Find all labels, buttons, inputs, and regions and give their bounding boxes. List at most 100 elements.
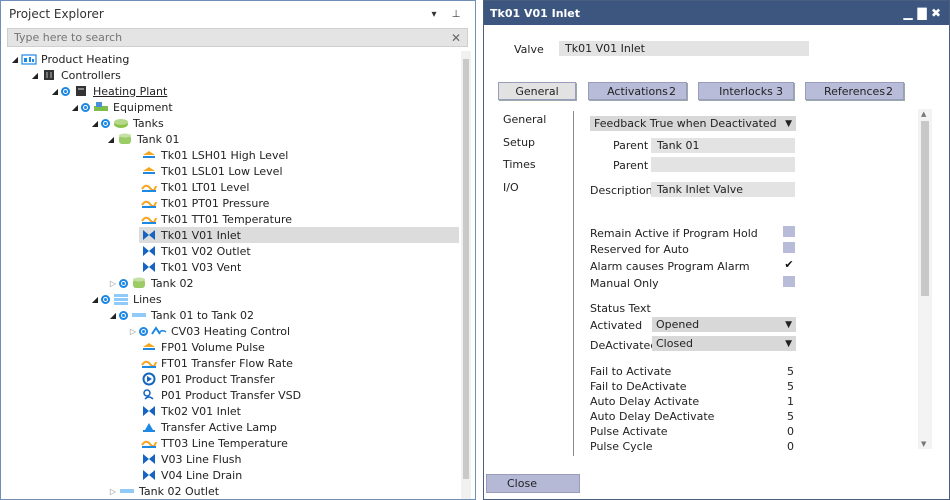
tree-node-label: Tk01 LT01 Level <box>161 180 250 194</box>
tree-search-input[interactable] <box>14 31 451 44</box>
tab-activations[interactable]: Activations 2 <box>588 82 687 100</box>
tree-node-equipment[interactable]: ◢ Equipment <box>69 99 173 115</box>
tanks-icon <box>113 116 129 130</box>
maximize-icon[interactable]: ▇ <box>915 6 929 20</box>
side-nav-io[interactable]: I/O <box>503 181 519 194</box>
scroll-up-icon[interactable]: ▲ <box>921 110 926 118</box>
tree-node-label: Lines <box>133 292 162 306</box>
tree-node-p01-vsd[interactable]: P01 Product Transfer VSD <box>141 387 301 403</box>
tree-scrollbar[interactable] <box>461 51 471 499</box>
feedback-mode-dropdown[interactable]: Feedback True when Deactivated ▼ <box>590 116 796 131</box>
tab-label: General <box>515 84 559 98</box>
tree-node-v04-line-drain[interactable]: V04 Line Drain <box>141 467 242 483</box>
tree-node-label: Controllers <box>61 68 121 82</box>
time-label: Fail to Activate <box>590 365 672 378</box>
side-nav-general[interactable]: General <box>503 113 546 126</box>
minimize-icon[interactable]: ▁ <box>901 6 915 20</box>
expand-caret-icon[interactable]: ◢ <box>69 103 81 112</box>
tree-node-tk01-lsh01[interactable]: Tk01 LSH01 High Level <box>141 147 288 163</box>
valve-name-field[interactable]: Tk01 V01 Inlet <box>559 41 809 56</box>
tree-node-tt03[interactable]: TT03 Line Temperature <box>141 435 288 451</box>
tree-node-v03-line-flush[interactable]: V03 Line Flush <box>141 451 242 467</box>
tree-node-lines[interactable]: ◢ Lines <box>89 291 162 307</box>
time-value: 0 <box>787 425 794 438</box>
tree-node-tk01-pt01[interactable]: Tk01 PT01 Pressure <box>141 195 269 211</box>
panel-options-icon[interactable]: ▾ <box>423 9 445 20</box>
tree-node-tank02-outlet[interactable]: ▷ Tank 02 Outlet <box>107 483 219 499</box>
status-text-heading: Status Text <box>590 302 651 315</box>
tree-node-tank-02[interactable]: ▷ Tank 02 <box>107 275 194 291</box>
status-dot-icon <box>61 86 70 96</box>
transmitter-icon <box>141 196 157 210</box>
detail-scrollbar-thumb[interactable] <box>921 121 929 296</box>
parent-field-2[interactable] <box>651 157 795 172</box>
detail-title-bar: Tk01 V01 Inlet ▁ ▇ ✖ <box>484 1 949 25</box>
tree-node-tk01-tt01[interactable]: Tk01 TT01 Temperature <box>141 211 292 227</box>
tree-node-tk01-v02[interactable]: Tk01 V02 Outlet <box>141 243 251 259</box>
valve-icon <box>141 452 157 466</box>
manual-only-checkbox[interactable] <box>783 276 795 287</box>
tree-node-tk01-lt01[interactable]: Tk01 LT01 Level <box>141 179 249 195</box>
tree-node-tk02-v01[interactable]: Tk02 V01 Inlet <box>141 403 241 419</box>
expand-caret-icon[interactable]: ◢ <box>89 119 101 128</box>
tab-general[interactable]: General <box>498 82 576 100</box>
level-switch-icon <box>141 148 157 162</box>
tree-node-tank-01[interactable]: ◢ Tank 01 <box>105 131 180 147</box>
reserved-auto-checkbox[interactable] <box>783 242 795 253</box>
remain-active-checkbox[interactable] <box>783 226 795 237</box>
pulse-icon <box>141 340 157 354</box>
activated-label: Activated <box>590 319 643 332</box>
tree-node-cv03[interactable]: ▷ CV03 Heating Control <box>127 323 290 339</box>
equipment-icon <box>93 100 109 114</box>
check-label: Alarm causes Program Alarm <box>590 260 750 273</box>
close-window-icon[interactable]: ✖ <box>929 6 943 20</box>
side-nav-times[interactable]: Times <box>503 158 536 171</box>
tree-search-box[interactable]: ✕ <box>7 28 468 47</box>
expand-caret-icon[interactable]: ◢ <box>29 71 41 80</box>
activated-text-dropdown[interactable]: Opened ▼ <box>652 317 796 332</box>
collapse-caret-icon[interactable]: ▷ <box>107 487 119 496</box>
tree-node-tanks[interactable]: ◢ Tanks <box>89 115 164 131</box>
collapse-caret-icon[interactable]: ▷ <box>127 327 139 336</box>
parent-field-1[interactable]: Tank 01 <box>651 138 795 153</box>
tree-node-p01[interactable]: P01 Product Transfer <box>141 371 275 387</box>
tab-references[interactable]: References 2 <box>805 82 904 100</box>
tree-scrollbar-thumb[interactable] <box>463 59 469 479</box>
tree-node-tk01-v01-selected[interactable]: Tk01 V01 Inlet <box>139 227 459 243</box>
tree-node-ft01[interactable]: FT01 Transfer Flow Rate <box>141 355 293 371</box>
expand-caret-icon[interactable]: ◢ <box>49 87 61 96</box>
check-label: Manual Only <box>590 277 659 290</box>
deactivated-text-dropdown[interactable]: Closed ▼ <box>652 336 796 351</box>
expand-caret-icon[interactable]: ◢ <box>9 55 21 64</box>
tree-node-tk01-lsl01[interactable]: Tk01 LSL01 Low Level <box>141 163 283 179</box>
tree-node-controllers[interactable]: ◢ Controllers <box>29 67 121 83</box>
status-dot-icon <box>101 294 110 304</box>
tab-count-badge: 2 <box>886 84 893 98</box>
collapse-caret-icon[interactable]: ▷ <box>107 279 119 288</box>
clear-search-icon[interactable]: ✕ <box>451 31 461 45</box>
tree-node-tank01-to-tank02[interactable]: ◢ Tank 01 to Tank 02 <box>107 307 254 323</box>
side-nav-setup[interactable]: Setup <box>503 136 535 149</box>
pin-icon[interactable]: ⊥ <box>445 9 467 20</box>
tree-node-tk01-v03[interactable]: Tk01 V03 Vent <box>141 259 241 275</box>
status-dot-icon <box>119 278 128 288</box>
tree-node-product-heating[interactable]: ◢ Product Heating <box>9 51 129 67</box>
tree-node-fp01[interactable]: FP01 Volume Pulse <box>141 339 265 355</box>
status-dot-icon <box>81 102 90 112</box>
expand-caret-icon[interactable]: ◢ <box>89 295 101 304</box>
section-divider <box>573 111 574 456</box>
expand-caret-icon[interactable]: ◢ <box>105 135 117 144</box>
tank-icon <box>131 276 147 290</box>
tree-node-transfer-lamp[interactable]: Transfer Active Lamp <box>141 419 277 435</box>
detail-window-title: Tk01 V01 Inlet <box>490 6 581 20</box>
expand-caret-icon[interactable]: ◢ <box>107 311 119 320</box>
time-label: Fail to DeActivate <box>590 380 687 393</box>
close-button[interactable]: Close <box>486 474 580 493</box>
tree-node-label: P01 Product Transfer <box>161 372 275 386</box>
alarm-program-checkbox[interactable]: ✔ <box>783 259 795 270</box>
detail-scrollbar[interactable]: ▲ ▼ <box>918 109 932 449</box>
scroll-down-icon[interactable]: ▼ <box>921 440 926 448</box>
tree-node-heating-plant[interactable]: ◢ Heating Plant <box>49 83 167 99</box>
description-field[interactable]: Tank Inlet Valve <box>651 182 795 197</box>
tab-interlocks[interactable]: Interlocks 3 <box>698 82 794 100</box>
